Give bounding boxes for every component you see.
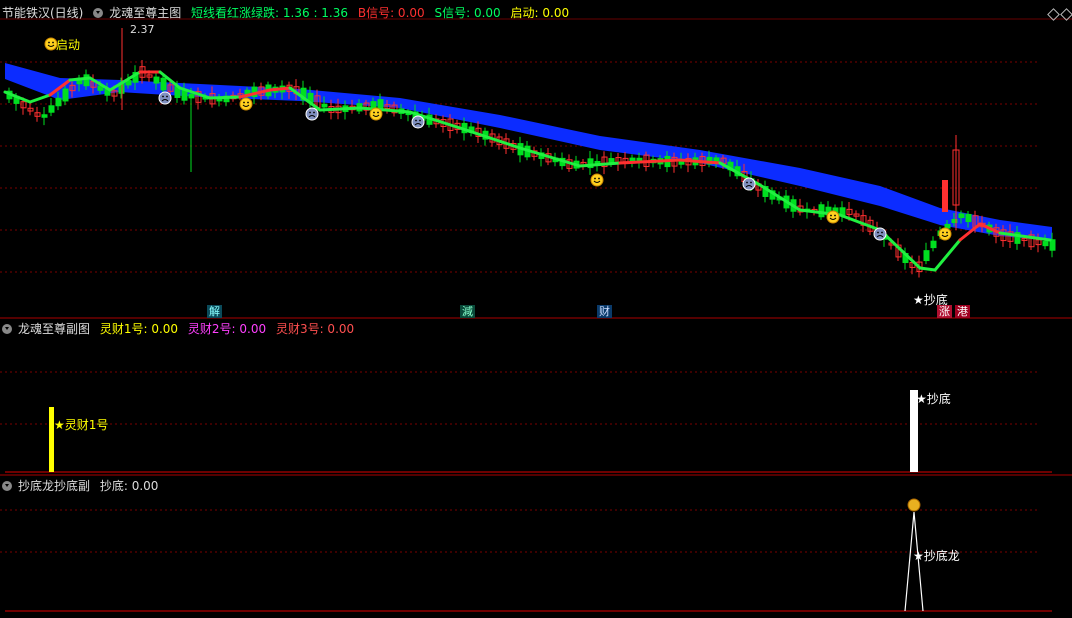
- face-eye: [881, 231, 883, 234]
- tag-jie: 解: [207, 305, 222, 318]
- face-eye: [52, 41, 54, 44]
- short-line-segment: [618, 158, 682, 165]
- dropdown-circle-icon[interactable]: [93, 8, 104, 18]
- candle-body: [942, 180, 948, 212]
- sad-icon: [305, 107, 319, 121]
- face-eye: [166, 95, 168, 98]
- sub2-marker-label: ★抄底龙: [913, 549, 960, 563]
- short-line-segment: [268, 86, 292, 92]
- face-eye: [598, 177, 600, 180]
- short-line-segment: [68, 76, 92, 82]
- tag-gang: 港: [955, 305, 970, 318]
- short-line-value: 短线看红涨绿跌: 1.36 : 1.36: [191, 6, 349, 20]
- face-eye: [415, 119, 417, 122]
- candle-body: [321, 103, 328, 108]
- face-eye: [243, 101, 245, 104]
- peak-price-label: 2.37: [130, 23, 155, 36]
- sad-icon: [873, 227, 887, 241]
- candle-body: [83, 74, 90, 87]
- short-line-segment: [458, 126, 522, 150]
- sub-panel-2-header: 抄底龙抄底副 抄底: 0.00: [2, 478, 164, 494]
- smile-icon: [239, 97, 253, 111]
- face-eye: [377, 111, 379, 114]
- face-eye: [942, 231, 944, 234]
- sad-icon: [742, 177, 756, 191]
- candle-body: [1042, 241, 1049, 247]
- candle-body: [818, 204, 825, 218]
- short-line-segment: [318, 106, 362, 112]
- candle-body: [153, 76, 160, 84]
- short-line-segment: [208, 95, 242, 100]
- short-line-segment: [838, 213, 882, 232]
- face-eye: [746, 181, 748, 184]
- candle-body: [62, 88, 69, 102]
- short-line-segment: [918, 266, 937, 272]
- short-line-segment: [28, 93, 52, 104]
- sad-icon: [411, 115, 425, 129]
- candle-body: [41, 114, 48, 118]
- face-eye: [830, 214, 832, 217]
- face-eye: [309, 111, 311, 114]
- face-eye: [877, 231, 879, 234]
- s-signal-value: S信号: 0.00: [434, 6, 501, 20]
- tag-jian: 減: [460, 305, 475, 318]
- start-marker-label: 启动: [56, 38, 81, 52]
- b-signal-value: B信号: 0.00: [357, 6, 425, 20]
- smile-icon: [369, 107, 383, 121]
- face-eye: [247, 101, 249, 104]
- short-line-segment: [933, 238, 962, 272]
- sub2-value: 抄底: 0.00: [99, 479, 159, 493]
- candle-body: [55, 97, 62, 107]
- main-indicator-name[interactable]: 龙魂至尊主图: [109, 6, 181, 20]
- dropdown-circle-icon[interactable]: [2, 481, 12, 491]
- tag-cai: 财: [597, 305, 612, 318]
- candle-body: [944, 223, 951, 229]
- sub-panel-1-header: 龙魂至尊副图 灵财1号: 0.00 灵财2号: 0.00 灵财3号: 0.00: [2, 321, 360, 337]
- candle-body: [923, 250, 930, 262]
- main-panel-header: 节能铁汉(日线) 龙魂至尊主图 短线看红涨绿跌: 1.36 : 1.36 B信号…: [2, 5, 575, 21]
- smile-icon: [590, 173, 604, 187]
- candle-body: [1049, 239, 1056, 251]
- smile-icon: [826, 210, 840, 224]
- face-eye: [162, 95, 164, 98]
- sad-icon: [158, 91, 172, 105]
- candle-body: [958, 213, 965, 219]
- face-eye: [313, 111, 315, 114]
- face-eye: [834, 214, 836, 217]
- ling3-value: 灵财3号: 0.00: [275, 322, 355, 336]
- candle-body: [160, 77, 167, 91]
- sub2-indicator-name[interactable]: 抄底龙抄底副: [18, 479, 90, 493]
- kline-chart[interactable]: [0, 0, 1072, 618]
- face-eye: [419, 119, 421, 122]
- dropdown-circle-icon[interactable]: [2, 324, 12, 334]
- candle-body: [181, 89, 188, 101]
- face-eye: [946, 231, 948, 234]
- sub1-indicator-name[interactable]: 龙魂至尊副图: [18, 322, 90, 336]
- face-eye: [750, 181, 752, 184]
- tag-zhang: 涨: [937, 305, 952, 318]
- face-eye: [373, 111, 375, 114]
- sub1-bottom-marker-label: ★抄底: [916, 392, 951, 406]
- ling2-value: 灵财2号: 0.00: [187, 322, 267, 336]
- short-line-segment: [758, 183, 802, 212]
- candle-body: [930, 240, 937, 249]
- face-eye: [48, 41, 50, 44]
- start-value: 启动: 0.00: [510, 6, 570, 20]
- ling1-marker-label: ★灵财1号: [54, 418, 109, 432]
- smile-icon: [938, 227, 952, 241]
- money-bag-icon: [907, 498, 921, 512]
- ling1-value: 灵财1号: 0.00: [99, 322, 179, 336]
- candle-body: [48, 105, 55, 113]
- stock-title: 节能铁汉(日线): [2, 6, 84, 20]
- face-eye: [594, 177, 596, 180]
- candle-body: [965, 213, 972, 223]
